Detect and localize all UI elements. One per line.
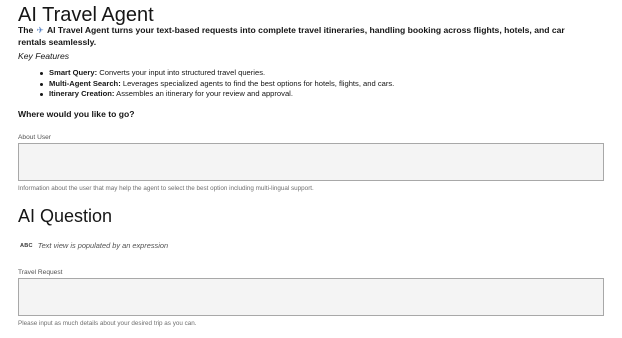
airplane-icon: ✈ <box>36 25 44 35</box>
key-features-list: Smart Query: Converts your input into st… <box>40 68 394 100</box>
expression-text-view: ABC Text view is populated by an express… <box>20 241 168 251</box>
feature-item: Multi-Agent Search: Leverages specialize… <box>40 79 394 90</box>
travel-request-helper-text: Please input as much details about your … <box>18 320 197 327</box>
bullet-icon <box>40 93 43 97</box>
intro-paragraph: The ✈ AI Travel Agent turns your text-ba… <box>18 24 588 48</box>
expression-description: Text view is populated by an expression <box>37 241 169 250</box>
feature-description: Leverages specialized agents to find the… <box>122 78 395 88</box>
bullet-icon <box>40 82 43 86</box>
feature-name: Smart Query: <box>49 68 98 77</box>
about-user-helper-text: Information about the user that may help… <box>18 185 314 192</box>
intro-lead: The <box>18 25 34 35</box>
ai-question-heading: AI Question <box>18 206 113 226</box>
about-user-textarea[interactable] <box>18 143 604 181</box>
feature-item: Smart Query: Converts your input into st… <box>40 68 394 79</box>
intro-text: AI Travel Agent turns your text-based re… <box>18 25 565 47</box>
bullet-icon <box>40 72 43 75</box>
feature-item: Itinerary Creation: Assembles an itinera… <box>40 89 394 100</box>
travel-request-label: Travel Request <box>18 269 63 276</box>
key-features-title: Key Features <box>18 51 70 61</box>
destination-question: Where would you like to go? <box>18 109 135 119</box>
feature-description: Assembles an itinerary for your review a… <box>116 89 293 99</box>
travel-request-textarea[interactable] <box>18 278 604 316</box>
feature-description: Converts your input into structured trav… <box>99 68 266 77</box>
feature-name: Itinerary Creation: <box>49 89 115 99</box>
about-user-label: About User <box>18 134 51 141</box>
abc-text-icon: ABC <box>20 243 33 249</box>
feature-name: Multi-Agent Search: <box>49 78 121 88</box>
